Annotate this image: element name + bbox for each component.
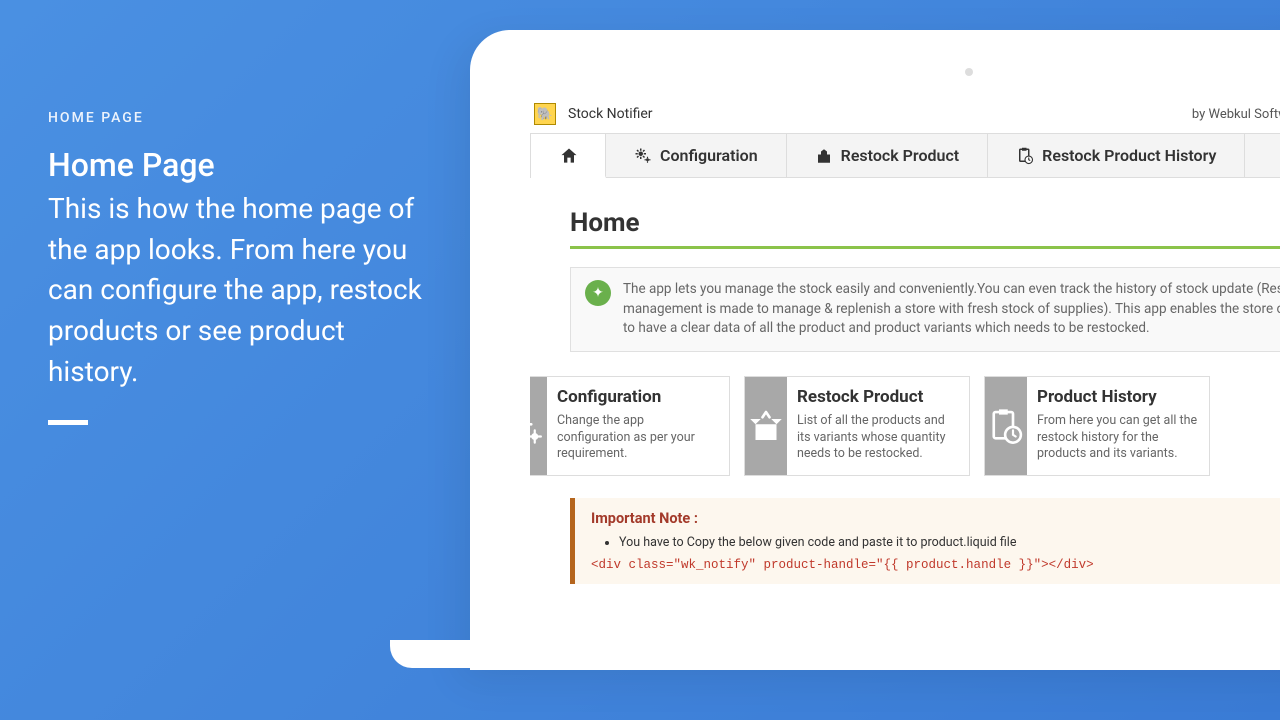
card-desc: From here you can get all the restock hi…: [1037, 413, 1199, 464]
vendor-label: by Webkul Software Pvt Ltd: [1192, 107, 1280, 122]
note-bullet: You have to Copy the below given code an…: [619, 535, 1280, 550]
card-title: Configuration: [557, 387, 719, 407]
promo-left-panel: HOME PAGE Home Page This is how the home…: [48, 110, 428, 425]
card-desc: List of all the products and its variant…: [797, 413, 959, 464]
device-frame: 🐘 Stock Notifier by Webkul Software Pvt …: [470, 30, 1280, 670]
nav-label: Configuration: [660, 146, 758, 165]
app-name: Stock Notifier: [568, 106, 653, 122]
note-code-snippet: <div class="wk_notify" product-handle="{…: [591, 558, 1280, 572]
eyebrow-label: HOME PAGE: [48, 110, 428, 126]
nav-label: Restock Product: [841, 146, 960, 165]
card-desc: Change the app configuration as per your…: [557, 413, 719, 464]
open-box-icon: [745, 377, 787, 476]
card-restock[interactable]: Restock Product List of all the products…: [744, 376, 970, 477]
pin-icon: ✦: [585, 280, 611, 306]
gears-icon: [634, 147, 652, 165]
clipboard-history-icon: [985, 377, 1027, 476]
promo-title: Home Page: [48, 144, 428, 187]
device-base: [390, 640, 1280, 668]
main-navbar: Configuration Restock Product Restock Pr…: [530, 133, 1280, 178]
gears-large-icon: [530, 377, 547, 476]
card-title: Product History: [1037, 387, 1199, 407]
promo-description: This is how the home page of the app loo…: [48, 189, 428, 392]
note-title: Important Note :: [591, 510, 1280, 527]
nav-label: Restock Product History: [1042, 146, 1216, 165]
box-arrow-icon: [815, 147, 833, 165]
clipboard-clock-icon: [1016, 147, 1034, 165]
nav-tab-home[interactable]: [531, 134, 606, 178]
app-header: 🐘 Stock Notifier by Webkul Software Pvt …: [530, 95, 1280, 133]
page-body: Home ✦ The app lets you manage the stock…: [530, 178, 1280, 594]
card-configuration[interactable]: Configuration Change the app configurati…: [530, 376, 730, 477]
card-title: Restock Product: [797, 387, 959, 407]
note-list: You have to Copy the below given code an…: [619, 535, 1280, 550]
divider-dash: [48, 420, 88, 425]
nav-tab-configuration[interactable]: Configuration: [606, 134, 787, 177]
nav-tab-restock[interactable]: Restock Product: [787, 134, 989, 177]
card-history[interactable]: Product History From here you can get al…: [984, 376, 1210, 477]
important-note: Important Note : You have to Copy the be…: [570, 498, 1280, 584]
info-text: The app lets you manage the stock easily…: [623, 280, 1280, 339]
camera-dot: [965, 68, 973, 76]
nav-tab-history[interactable]: Restock Product History: [988, 134, 1245, 177]
info-alert: ✦ The app lets you manage the stock easi…: [570, 267, 1280, 352]
home-icon: [559, 146, 577, 164]
page-title: Home: [570, 208, 1280, 249]
app-logo-icon: 🐘: [534, 103, 556, 125]
cards-row: Configuration Change the app configurati…: [530, 376, 1280, 477]
app-window: 🐘 Stock Notifier by Webkul Software Pvt …: [530, 95, 1280, 660]
